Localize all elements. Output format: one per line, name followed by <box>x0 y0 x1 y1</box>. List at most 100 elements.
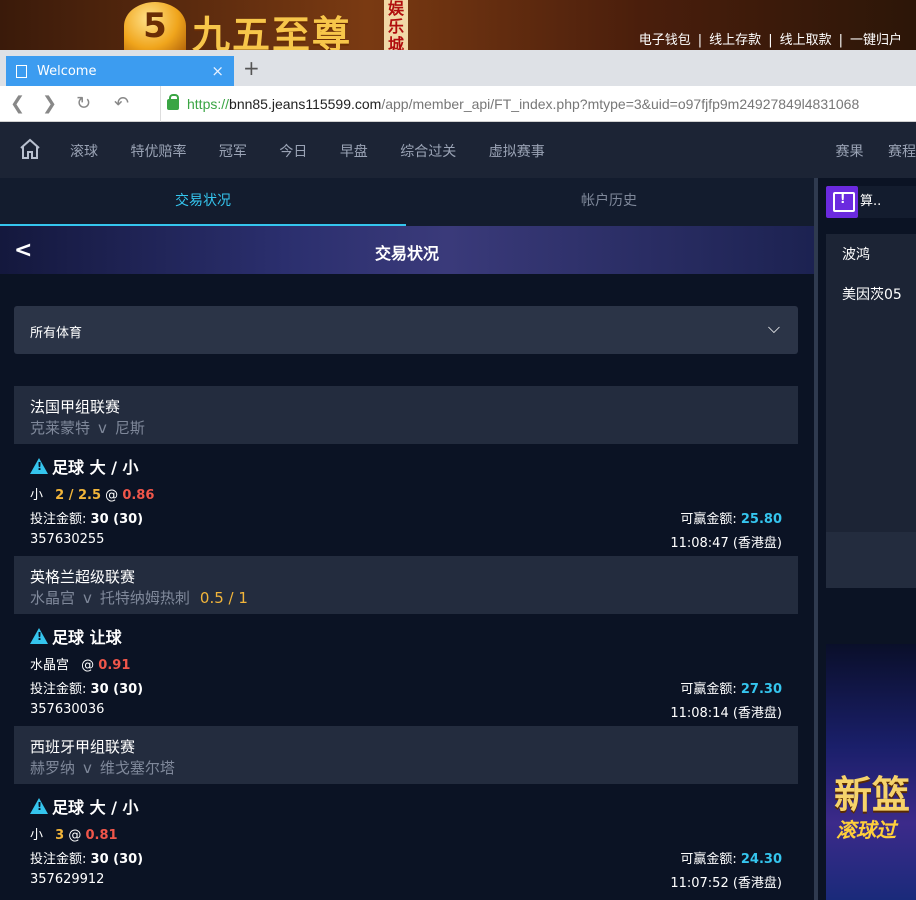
top-links: 电子钱包 | 线上存款 | 线上取款 | 一键归户 <box>638 33 902 48</box>
vs-label: v <box>98 419 107 437</box>
url-path: /app/member_api/FT_index.php?mtype=3&uid… <box>381 96 860 112</box>
logo-vertical-char: 乐 <box>387 17 404 36</box>
url-host: bnn85.jeans115599.com <box>229 96 382 112</box>
reload-icon[interactable]: ↻ <box>76 93 91 114</box>
side-list-item[interactable]: 美因茨05 <box>842 284 902 304</box>
bet-entry: 足球 大 / 小 小 3 @ 0.81 投注金额: 30 (30) 可赢金额: … <box>14 784 798 896</box>
nav-item-schedule[interactable]: 赛程 <box>888 144 916 160</box>
win-row: 可赢金额: 25.80 <box>680 508 782 527</box>
nav-item-results[interactable]: 赛果 <box>836 144 864 160</box>
nav-item-special-odds[interactable]: 特优赔率 <box>130 144 186 160</box>
stake-value: 30 (30) <box>90 852 144 867</box>
right-pane: 算.. 波鸿 美因茨05 新篮 滚球过 <box>818 178 916 900</box>
match-teams: 克莱蒙特 v 尼斯 <box>30 417 145 438</box>
win-value: 27.30 <box>740 682 782 697</box>
bet-entry: 足球 让球 水晶宫 @ 0.91 投注金额: 30 (30) 可赢金额: 27.… <box>14 614 798 726</box>
tab-bet-status[interactable]: 交易状况 <box>0 178 406 226</box>
match-teams: 赫罗纳 v 维戈塞尔塔 <box>30 757 175 778</box>
pick-odds: 0.86 <box>122 488 155 503</box>
away-team: 托特纳姆热刺 <box>99 589 190 607</box>
pick-side: 水晶宫 <box>30 658 70 673</box>
chevron-down-icon: ⌵ <box>767 318 780 337</box>
close-icon[interactable]: × <box>211 62 224 80</box>
undo-icon[interactable]: ↶ <box>114 93 129 114</box>
win-label: 可赢金额: <box>680 512 737 527</box>
league-row: 法国甲组联赛 克莱蒙特 v 尼斯 <box>14 386 798 444</box>
bet-pick: 小 3 @ 0.81 <box>30 824 118 843</box>
chat-label[interactable]: 算.. <box>858 186 916 218</box>
vs-label: v <box>83 589 92 607</box>
bet-time: 11:08:47 (香港盘) <box>670 536 782 551</box>
stake-row: 投注金额: 30 (30) <box>30 848 143 867</box>
bet-type: 足球 大 / 小 <box>52 458 139 477</box>
warning-icon <box>30 628 48 644</box>
nav-item-outright[interactable]: 冠军 <box>219 144 247 160</box>
promo-banner[interactable]: 新篮 滚球过 <box>826 644 916 900</box>
subtab-bar: 交易状况 帐户历史 <box>0 178 814 226</box>
tab-account-history[interactable]: 帐户历史 <box>406 178 812 226</box>
league-row: 西班牙甲组联赛 赫罗纳 v 维戈塞尔塔 <box>14 726 798 784</box>
address-bar: ❮ ❯ ↻ ↶ https://bnn85.jeans115599.com/ap… <box>0 86 916 122</box>
vs-label: v <box>83 759 92 777</box>
win-label: 可赢金额: <box>680 852 737 867</box>
tab-title: Welcome <box>37 63 97 79</box>
ticket-id: 357630036 <box>30 702 105 717</box>
browser-tab[interactable]: Welcome × <box>6 56 234 86</box>
pick-side: 小 <box>30 828 44 843</box>
nav-items: 滚球 特优赔率 冠军 今日 早盘 综合过关 虚拟赛事 <box>70 141 573 161</box>
link-consolidate[interactable]: 一键归户 <box>850 33 902 48</box>
home-team: 克莱蒙特 <box>30 419 91 437</box>
side-list-item[interactable]: 波鸿 <box>842 244 870 264</box>
side-list-footer <box>826 532 916 588</box>
bet-pick: 小 2 / 2.5 @ 0.86 <box>30 484 154 503</box>
pick-odds: 0.91 <box>98 658 131 673</box>
new-tab-icon[interactable]: + <box>243 56 260 80</box>
pick-side: 小 <box>30 488 44 503</box>
ticket-id: 357630255 <box>30 532 105 547</box>
url-protocol: https:// <box>187 96 230 112</box>
sport-filter-value: 所有体育 <box>30 326 83 341</box>
pick-line: 3 <box>55 828 65 843</box>
home-icon[interactable] <box>18 137 42 161</box>
page-icon <box>16 64 27 78</box>
browser-tab-strip: Welcome × + <box>0 50 916 86</box>
bet-entry: 足球 大 / 小 小 2 / 2.5 @ 0.86 投注金额: 30 (30) … <box>14 444 798 556</box>
bet-status-panel: 交易状况 帐户历史 < 交易状况 所有体育 ⌵ 法国甲组联赛 克莱蒙特 v 尼斯 足… <box>0 178 816 900</box>
nav-item-live[interactable]: 滚球 <box>70 144 98 160</box>
promo-headline: 新篮 <box>834 772 911 817</box>
back-icon[interactable]: ❮ <box>10 93 25 114</box>
side-match-list: 波鸿 美因茨05 <box>826 234 916 534</box>
bet-time: 11:08:14 (香港盘) <box>670 706 782 721</box>
logo-vertical-char: 娱 <box>387 0 404 18</box>
nav-item-today[interactable]: 今日 <box>279 144 307 160</box>
at-sign: @ <box>68 828 82 843</box>
handicap-line: 0.5 / 1 <box>199 589 248 607</box>
bet-type: 足球 让球 <box>52 628 122 647</box>
forward-icon[interactable]: ❯ <box>42 93 57 114</box>
logo-vertical: 娱 乐 城 <box>384 0 408 54</box>
link-withdraw[interactable]: 线上取款 <box>780 33 832 48</box>
panel-header: < 交易状况 <box>0 226 814 274</box>
sport-filter-select[interactable]: 所有体育 ⌵ <box>14 306 798 354</box>
nav-item-virtual[interactable]: 虚拟赛事 <box>489 144 545 160</box>
bet-title: 足球 让球 <box>30 624 122 648</box>
bet-title: 足球 大 / 小 <box>30 454 139 478</box>
stake-label: 投注金额: <box>30 682 87 697</box>
url-field[interactable]: https://bnn85.jeans115599.com/app/member… <box>160 86 916 122</box>
link-wallet[interactable]: 电子钱包 <box>639 33 691 48</box>
nav-item-parlay[interactable]: 综合过关 <box>400 144 456 160</box>
win-value: 24.30 <box>740 852 782 867</box>
chat-icon[interactable] <box>826 186 858 218</box>
bet-type: 足球 大 / 小 <box>52 798 139 817</box>
away-team: 维戈塞尔塔 <box>99 759 175 777</box>
ticket-id: 357629912 <box>30 872 105 887</box>
stake-row: 投注金额: 30 (30) <box>30 508 143 527</box>
home-team: 水晶宫 <box>30 589 76 607</box>
stake-row: 投注金额: 30 (30) <box>30 678 143 697</box>
warning-icon <box>30 798 48 814</box>
away-team: 尼斯 <box>114 419 145 437</box>
league-name: 西班牙甲组联赛 <box>30 738 136 756</box>
win-label: 可赢金额: <box>680 682 737 697</box>
link-deposit[interactable]: 线上存款 <box>709 33 761 48</box>
nav-item-early[interactable]: 早盘 <box>340 144 368 160</box>
